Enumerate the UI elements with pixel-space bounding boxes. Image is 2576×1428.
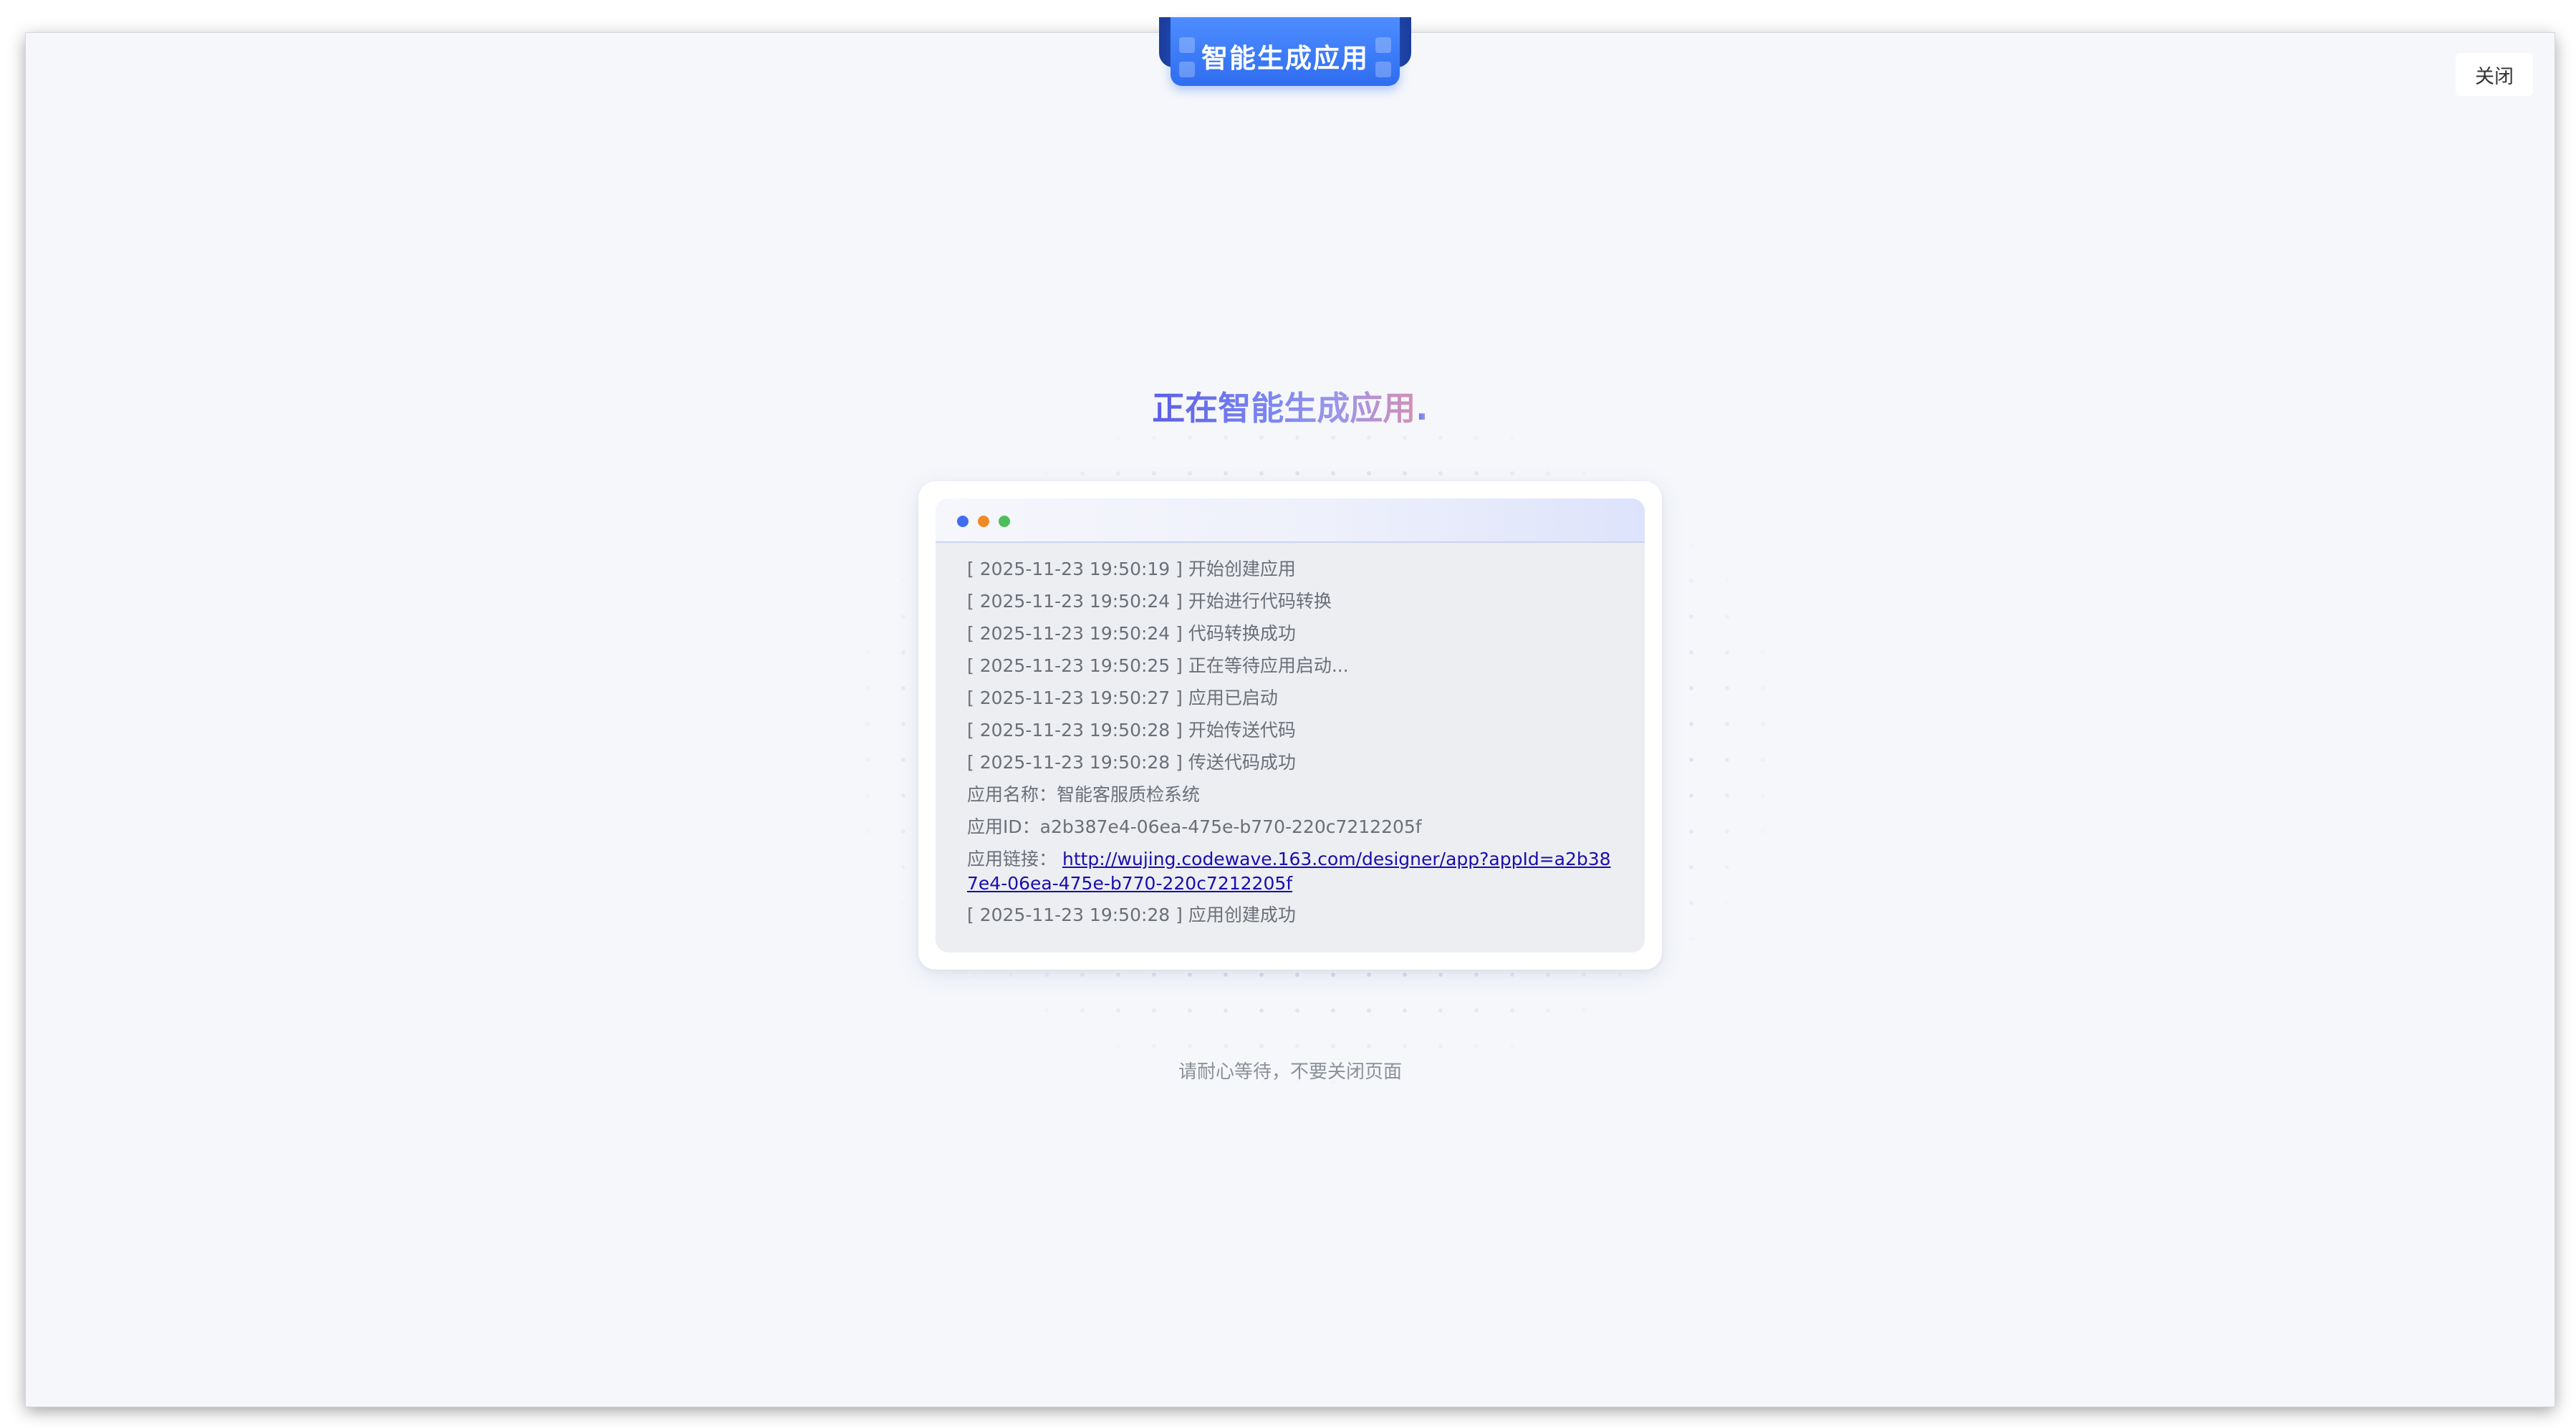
log-line-final: [ 2025-11-23 19:50:28 ] 应用创建成功 [967, 904, 1296, 925]
app-id-line: 应用ID：a2b387e4-06ea-475e-b770-220c7212205… [967, 816, 1422, 837]
page-title: 智能生成应用 [1201, 43, 1369, 74]
window-dot-green [999, 516, 1010, 527]
title-tab-face: 智能生成应用 [1171, 17, 1400, 86]
log-line: [ 2025-11-23 19:50:25 ] 正在等待应用启动... [967, 655, 1349, 676]
decor-square [1375, 62, 1391, 77]
log-console-header [936, 498, 1645, 543]
heading-text: 正在智能生成应用 [1152, 389, 1416, 428]
decor-square [1179, 37, 1195, 53]
log-line: [ 2025-11-23 19:50:24 ] 代码转换成功 [967, 623, 1296, 644]
wait-notice: 请耐心等待，不要关闭页面 [1178, 1061, 1402, 1083]
app-link-label: 应用链接： [967, 849, 1057, 869]
title-tab: 智能生成应用 [1159, 17, 1411, 86]
log-line: [ 2025-11-23 19:50:28 ] 传送代码成功 [967, 752, 1296, 773]
log-line: [ 2025-11-23 19:50:28 ] 开始传送代码 [967, 720, 1296, 740]
app-name-line: 应用名称：智能客服质检系统 [967, 784, 1201, 805]
log-line: [ 2025-11-23 19:50:19 ] 开始创建应用 [967, 559, 1296, 579]
heading-loading-dot: . [1416, 389, 1428, 428]
window-dot-orange [978, 516, 989, 527]
decor-square [1375, 37, 1391, 53]
app-link[interactable]: http://wujing.codewave.163.com/designer/… [967, 849, 1611, 894]
close-button[interactable]: 关闭 [2456, 53, 2533, 96]
window-dot-blue [957, 516, 969, 527]
log-line: [ 2025-11-23 19:50:27 ] 应用已启动 [967, 688, 1278, 708]
log-card: [ 2025-11-23 19:50:19 ] 开始创建应用 [ 2025-11… [918, 481, 1662, 970]
generating-heading: 正在智能生成应用. [26, 382, 2555, 430]
decor-square [1179, 62, 1195, 77]
log-body: [ 2025-11-23 19:50:19 ] 开始创建应用 [ 2025-11… [936, 543, 1645, 931]
app-link-line: 应用链接： http://wujing.codewave.163.com/des… [967, 843, 1613, 899]
app-window: 智能生成应用 关闭 正在智能生成应用. [ 2025-11-23 19:50:1… [26, 17, 2555, 1407]
log-line: [ 2025-11-23 19:50:24 ] 开始进行代码转换 [967, 591, 1332, 612]
log-console: [ 2025-11-23 19:50:19 ] 开始创建应用 [ 2025-11… [936, 498, 1645, 952]
